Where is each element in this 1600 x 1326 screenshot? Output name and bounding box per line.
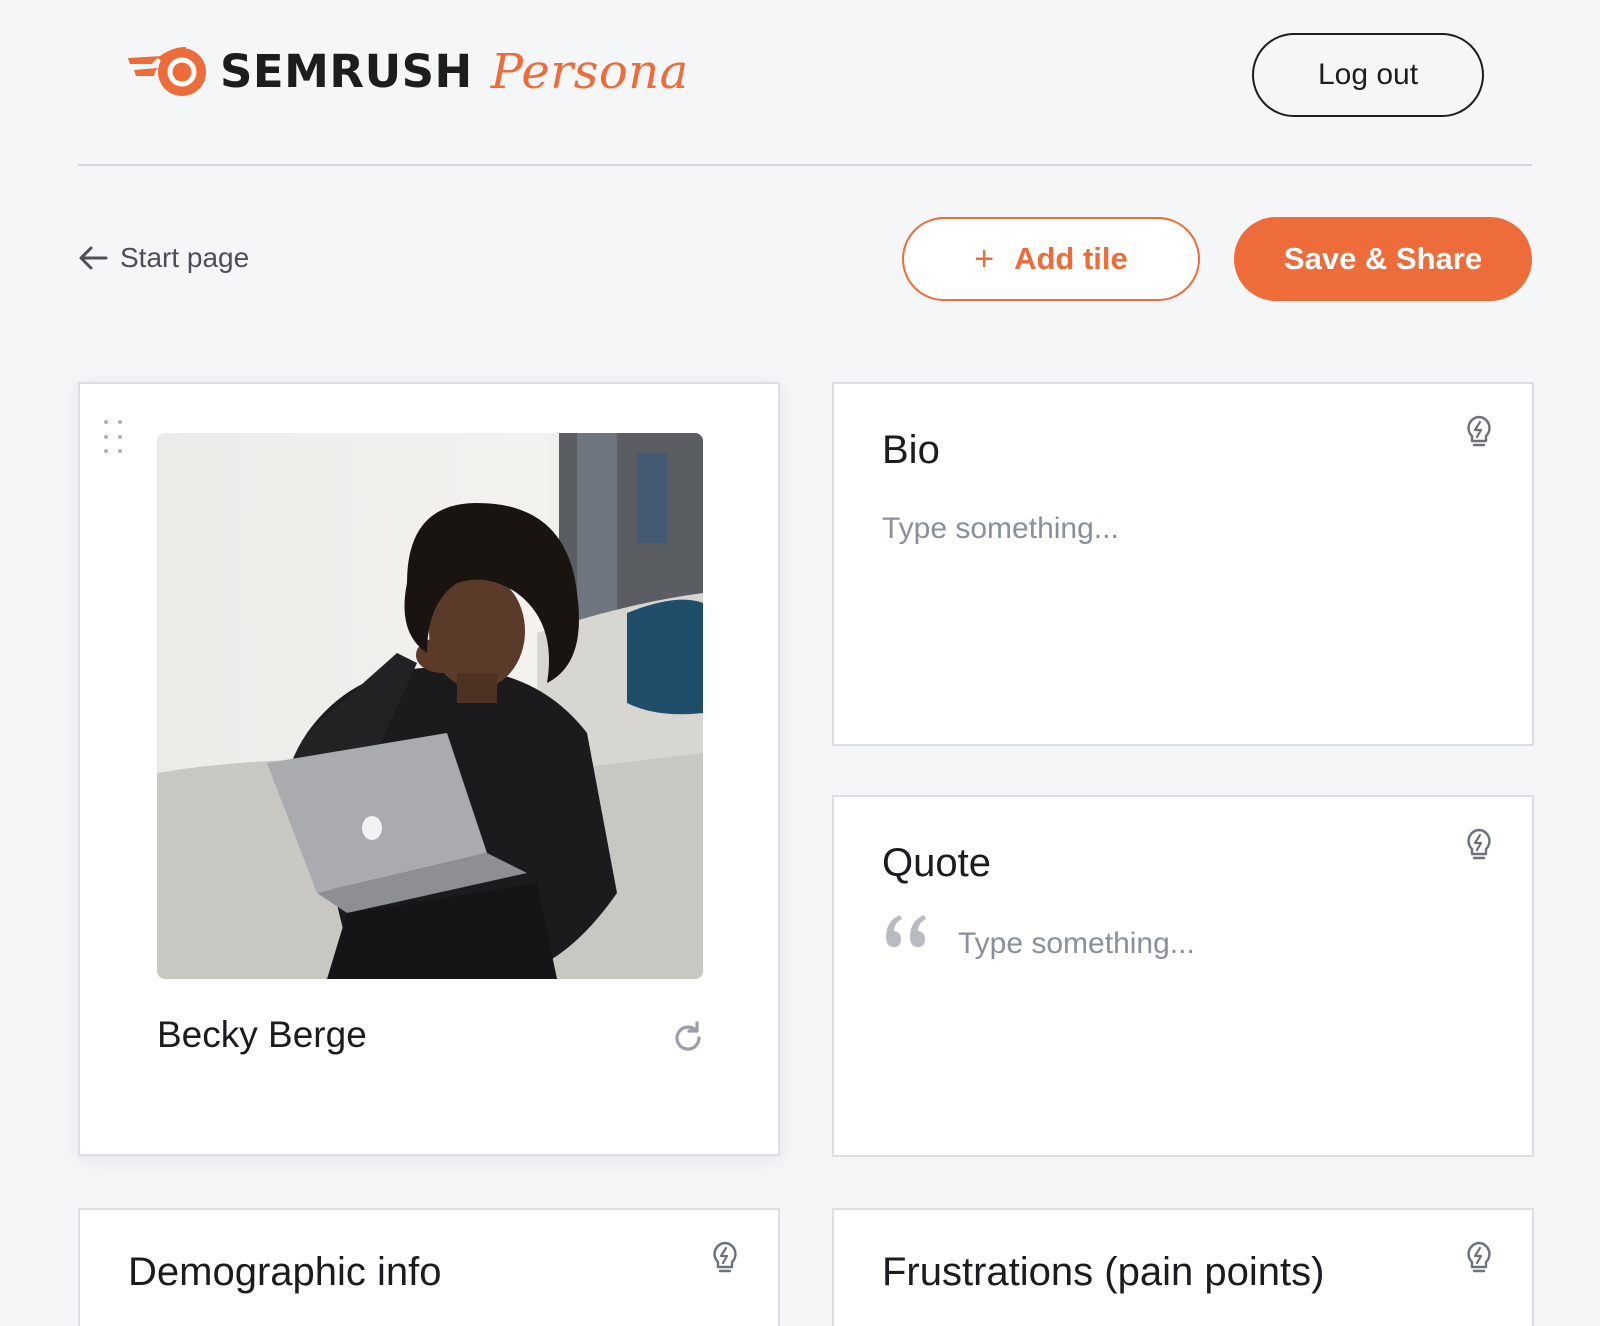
lightbulb-icon[interactable] — [1464, 1240, 1494, 1276]
arrow-left-icon — [79, 246, 108, 270]
semrush-persona-logo[interactable]: SEMRUSH Persona — [124, 42, 689, 102]
app-header: SEMRUSH Persona Log out — [0, 0, 1600, 166]
quote-tile: Quote — [832, 795, 1534, 1157]
frustrations-title: Frustrations (pain points) — [882, 1250, 1325, 1294]
start-page-link[interactable]: Start page — [78, 236, 249, 280]
demographic-title: Demographic info — [128, 1250, 442, 1294]
quote-mark-icon — [886, 915, 926, 947]
quote-input[interactable] — [958, 927, 1458, 961]
lightbulb-icon[interactable] — [710, 1240, 740, 1276]
lightbulb-icon[interactable] — [1464, 827, 1494, 863]
drag-handle-icon[interactable] — [104, 420, 126, 456]
logout-button[interactable]: Log out — [1252, 33, 1484, 117]
header-divider — [78, 164, 1532, 166]
add-tile-button[interactable]: + Add tile — [902, 217, 1200, 301]
product-name: Persona — [490, 44, 689, 100]
bio-tile: Bio — [832, 382, 1534, 746]
semrush-fireball-icon — [128, 47, 206, 96]
demographic-tile: Demographic info — [78, 1208, 780, 1326]
persona-photo-illustration — [157, 433, 703, 979]
save-share-button[interactable]: Save & Share — [1234, 217, 1532, 301]
start-page-label: Start page — [120, 242, 250, 273]
add-tile-label: Add tile — [1014, 241, 1128, 276]
profile-tile: Becky Berge — [78, 382, 780, 1156]
frustrations-tile: Frustrations (pain points) — [832, 1208, 1534, 1326]
quote-title: Quote — [882, 841, 991, 885]
persona-photo[interactable] — [157, 433, 703, 979]
lightbulb-icon[interactable] — [1464, 414, 1494, 450]
bio-input[interactable] — [882, 512, 1462, 546]
refresh-icon[interactable] — [670, 1020, 706, 1056]
plus-icon: + — [974, 240, 995, 278]
bio-title: Bio — [882, 428, 940, 472]
persona-name[interactable]: Becky Berge — [157, 1014, 367, 1056]
brand-wordmark: SEMRUSH — [220, 45, 473, 98]
